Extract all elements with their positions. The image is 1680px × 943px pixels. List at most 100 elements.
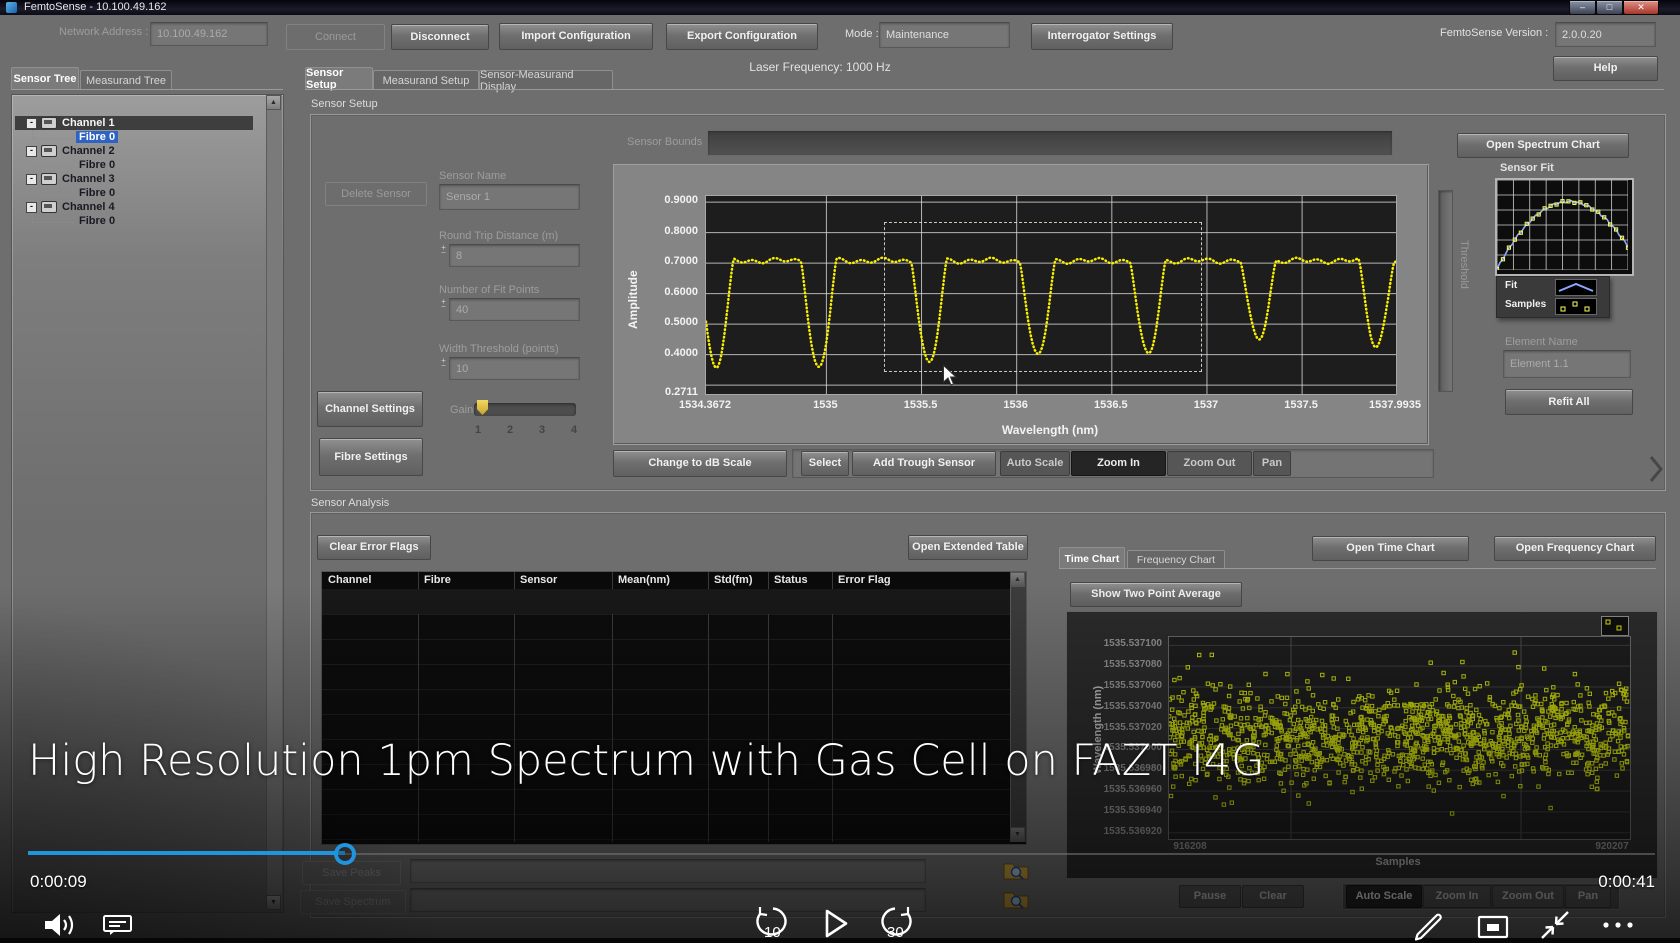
more-options-icon[interactable] (1602, 921, 1638, 929)
spinner-buttons[interactable]: +− (439, 245, 448, 255)
delete-sensor-button[interactable]: Delete Sensor (325, 182, 427, 206)
y-tick-label: 0.9000 (620, 194, 698, 206)
pan-button[interactable]: Pan (1253, 451, 1291, 476)
tab-sensor-setup[interactable]: Sensor Setup (305, 67, 373, 90)
tab-measurand-setup[interactable]: Measurand Setup (373, 70, 479, 90)
save-peaks-button[interactable]: Save Peaks (302, 861, 401, 885)
tab-sensor-measurand-display[interactable]: Sensor-Measurand Display (479, 70, 613, 90)
column-header: Mean(nm) (618, 574, 670, 586)
time-chart-legend[interactable] (1601, 616, 1629, 636)
captions-icon[interactable] (102, 914, 134, 938)
rewind-10-icon[interactable]: 10 (752, 906, 794, 942)
sensor-fit-chart (1495, 178, 1634, 276)
tab-measurand-tree[interactable]: Measurand Tree (80, 70, 172, 90)
tree-item-channel-1[interactable]: - Channel 1 (26, 116, 115, 130)
tree-item-fibre-0-ch2[interactable]: Fibre 0 (79, 158, 115, 172)
width-threshold-field[interactable]: 10 (449, 357, 580, 380)
add-trough-sensor-button[interactable]: Add Trough Sensor (852, 451, 996, 476)
column-header: Sensor (520, 574, 557, 586)
close-button[interactable]: ✕ (1623, 0, 1659, 15)
scroll-down-icon[interactable]: ▼ (266, 895, 281, 910)
video-progress-played[interactable] (28, 851, 345, 855)
gain-slider[interactable] (474, 403, 576, 416)
show-two-point-average-button[interactable]: Show Two Point Average (1070, 582, 1242, 607)
tree-item-channel-4[interactable]: - Channel 4 (26, 200, 115, 214)
sensor-bounds-field[interactable] (707, 130, 1393, 156)
pause-button[interactable]: Pause (1179, 885, 1241, 908)
channel-settings-button[interactable]: Channel Settings (317, 391, 423, 427)
tab-sensor-tree[interactable]: Sensor Tree (11, 67, 79, 90)
time-auto-scale-button[interactable]: Auto Scale (1346, 885, 1422, 908)
analysis-table[interactable]: Channel Fibre Sensor Mean(nm) Std(fm) St… (321, 571, 1027, 845)
round-trip-field[interactable]: 8 (449, 244, 580, 267)
browse-folder-icon[interactable] (1002, 887, 1030, 911)
help-button[interactable]: Help (1553, 56, 1658, 81)
application-window: FemtoSense - 10.100.49.162 – □ ✕ Network… (0, 0, 1680, 943)
tree-item-channel-2[interactable]: - Channel 2 (26, 144, 115, 158)
network-address-field[interactable]: 10.100.49.162 (150, 22, 268, 46)
annotate-pencil-icon[interactable] (1412, 904, 1450, 942)
tree-item-fibre-0-ch4[interactable]: Fibre 0 (79, 214, 115, 228)
tree-item-fibre-0-ch3[interactable]: Fibre 0 (79, 186, 115, 200)
tab-time-chart[interactable]: Time Chart (1059, 547, 1125, 569)
video-scrubber[interactable] (334, 843, 356, 865)
x-tick-label: 1537 (1161, 399, 1251, 411)
clear-button[interactable]: Clear (1242, 885, 1304, 908)
sensor-name-field[interactable]: Sensor 1 (439, 184, 580, 210)
collapse-icon[interactable]: - (26, 118, 37, 129)
tree-item-channel-3[interactable]: - Channel 3 (26, 172, 115, 186)
save-spectrum-button[interactable]: Save Spectrum (300, 890, 406, 914)
tab-frequency-chart[interactable]: Frequency Chart (1127, 550, 1225, 569)
collapse-icon[interactable]: - (26, 202, 37, 213)
minimize-button[interactable]: – (1569, 0, 1596, 15)
version-label: FemtoSense Version : (1440, 27, 1548, 39)
open-extended-table-button[interactable]: Open Extended Table (908, 535, 1028, 560)
zoom-in-button[interactable]: Zoom In (1071, 451, 1166, 476)
spinner-buttons[interactable]: +− (439, 299, 448, 309)
threshold-slider[interactable] (1438, 190, 1453, 392)
clear-error-flags-button[interactable]: Clear Error Flags (317, 535, 431, 560)
import-configuration-button[interactable]: Import Configuration (499, 23, 653, 50)
table-row[interactable] (322, 589, 1010, 614)
panel-expand-chevron-icon[interactable] (1648, 455, 1666, 483)
browse-folder-icon[interactable] (1002, 858, 1030, 882)
collapse-icon[interactable]: - (26, 146, 37, 157)
disconnect-button[interactable]: Disconnect (391, 24, 489, 50)
scroll-up-icon[interactable]: ▲ (1010, 572, 1025, 587)
zoom-out-button[interactable]: Zoom Out (1167, 451, 1252, 476)
tree-scrollbar[interactable] (266, 95, 282, 910)
volume-icon[interactable] (42, 911, 80, 939)
fibre-settings-button[interactable]: Fibre Settings (319, 438, 423, 476)
interrogator-settings-button[interactable]: Interrogator Settings (1031, 23, 1173, 50)
change-to-db-button[interactable]: Change to dB Scale (613, 450, 787, 477)
picture-in-picture-icon[interactable] (1477, 915, 1509, 939)
forward-30-icon[interactable]: 30 (874, 906, 916, 942)
collapse-icon[interactable]: - (26, 174, 37, 185)
channel-icon (41, 201, 57, 213)
open-spectrum-chart-button[interactable]: Open Spectrum Chart (1457, 133, 1629, 158)
time-zoom-out-button[interactable]: Zoom Out (1492, 885, 1564, 908)
exit-fullscreen-icon[interactable] (1538, 906, 1574, 942)
select-tool-button[interactable]: Select (801, 451, 849, 476)
sensor-setup-group-label: Sensor Setup (311, 98, 378, 110)
scroll-up-icon[interactable]: ▲ (266, 95, 281, 110)
spinner-buttons[interactable]: +− (439, 358, 448, 368)
video-progress-track[interactable] (345, 853, 1655, 855)
element-name-field[interactable]: Element 1.1 (1503, 350, 1631, 378)
table-scrollbar[interactable] (1010, 572, 1026, 842)
column-header: Fibre (424, 574, 451, 586)
open-time-chart-button[interactable]: Open Time Chart (1312, 536, 1469, 561)
export-configuration-button[interactable]: Export Configuration (666, 23, 818, 50)
refit-all-button[interactable]: Refit All (1505, 389, 1633, 415)
scroll-down-icon[interactable]: ▼ (1010, 827, 1025, 842)
open-frequency-chart-button[interactable]: Open Frequency Chart (1494, 536, 1656, 561)
fit-points-field[interactable]: 40 (449, 298, 580, 321)
tree-item-fibre-0-ch1[interactable]: Fibre 0 (76, 130, 118, 144)
mode-field[interactable]: Maintenance (879, 22, 1010, 48)
connect-button[interactable]: Connect (286, 24, 385, 50)
column-header: Std(fm) (714, 574, 753, 586)
auto-scale-button[interactable]: Auto Scale (1000, 451, 1070, 476)
maximize-button[interactable]: □ (1596, 0, 1623, 15)
play-icon[interactable] (822, 908, 850, 940)
save-peaks-path-field[interactable] (410, 859, 926, 883)
